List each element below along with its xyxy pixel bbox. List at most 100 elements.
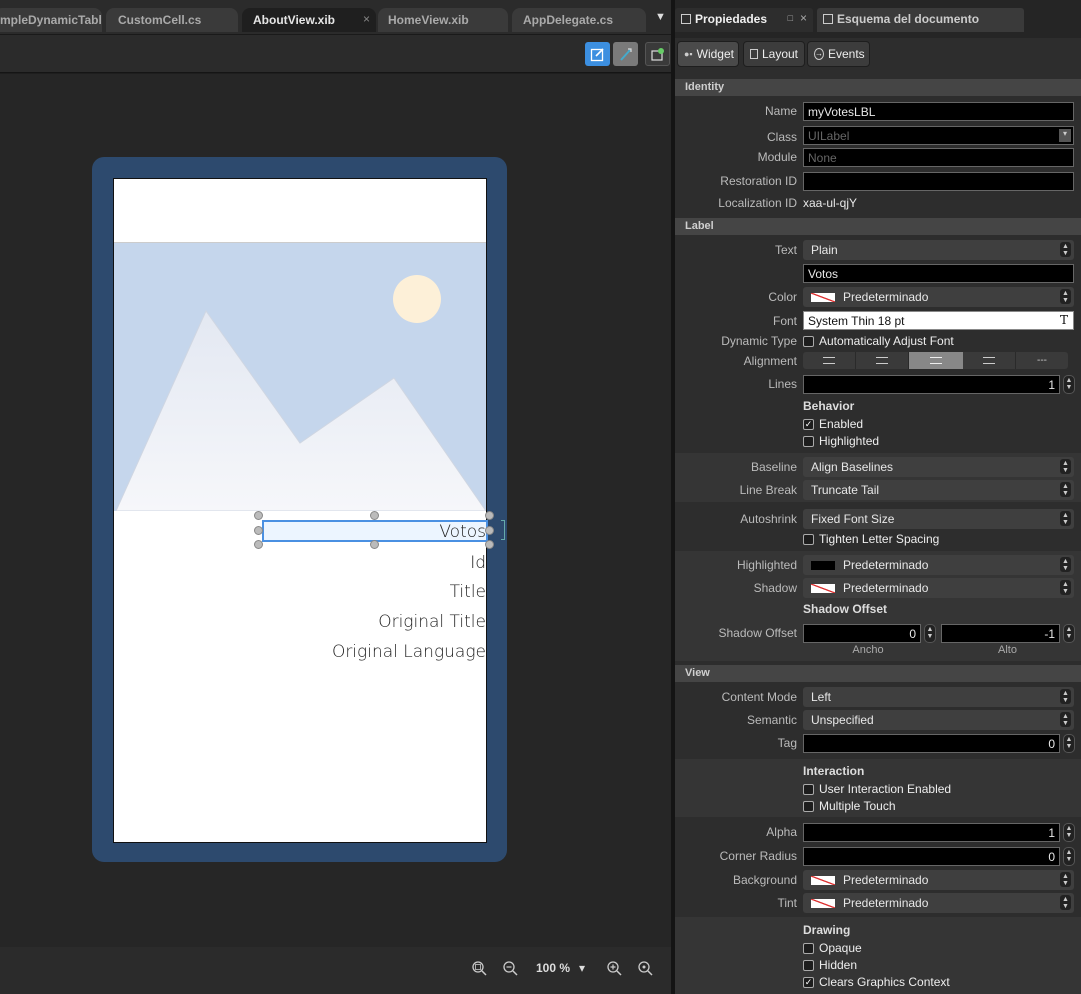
- highlighted-color-dropdown[interactable]: Predeterminado ▲ ▼: [803, 555, 1074, 575]
- resize-handle[interactable]: [254, 526, 263, 535]
- alpha-field[interactable]: 1: [803, 823, 1060, 842]
- behavior-heading: Behavior: [803, 399, 855, 413]
- resize-handle[interactable]: [485, 526, 494, 535]
- zoom-in-icon[interactable]: [607, 961, 622, 976]
- events-button[interactable]: → Events: [807, 41, 870, 67]
- resize-handle[interactable]: [485, 540, 494, 549]
- font-field[interactable]: System Thin 18 pt T: [803, 311, 1074, 330]
- shadow-offset-width-field[interactable]: 0: [803, 624, 921, 643]
- dropdown-value: Plain: [811, 243, 838, 257]
- resize-handle[interactable]: [370, 511, 379, 520]
- align-center-button[interactable]: [856, 352, 909, 369]
- clears-context-checkbox[interactable]: ✓ Clears Graphics Context: [803, 975, 950, 989]
- hidden-checkbox[interactable]: Hidden: [803, 958, 857, 972]
- zoom-out-icon[interactable]: [503, 961, 518, 976]
- corner-radius-label: Corner Radius: [719, 849, 797, 863]
- class-combobox[interactable]: UILabel ▾: [803, 126, 1074, 145]
- tab-homeview[interactable]: HomeView.xib: [378, 8, 508, 32]
- tab-aboutview[interactable]: AboutView.xib ×: [242, 8, 376, 32]
- text-value-field[interactable]: Votos: [803, 264, 1074, 283]
- text-label: Text: [774, 243, 797, 257]
- align-natural-button[interactable]: ---: [1016, 352, 1068, 369]
- section-label[interactable]: Label: [675, 218, 1081, 235]
- widget-button[interactable]: ●▪ Widget: [677, 41, 739, 67]
- background-dropdown[interactable]: Predeterminado ▲ ▼: [803, 870, 1074, 890]
- shadow-offset-height-field[interactable]: -1: [941, 624, 1060, 643]
- tab-label: AppDelegate.cs: [523, 13, 614, 27]
- tag-stepper[interactable]: ▲ ▼: [1063, 734, 1075, 753]
- preview-button[interactable]: [645, 42, 670, 66]
- original-language-label[interactable]: Original Language: [332, 642, 486, 662]
- title-label[interactable]: Title: [450, 582, 486, 602]
- updown-arrows-icon: ▲ ▼: [1060, 895, 1071, 910]
- properties-icon: [681, 14, 691, 24]
- align-left-button[interactable]: [803, 352, 856, 369]
- baseline-dropdown[interactable]: Align Baselines ▲ ▼: [803, 457, 1074, 477]
- shadow-height-stepper[interactable]: ▲ ▼: [1063, 624, 1075, 643]
- close-icon[interactable]: ×: [800, 11, 807, 25]
- tab-label: CustomCell.cs: [118, 13, 202, 27]
- section-identity[interactable]: Identity: [675, 79, 1081, 96]
- detach-icon[interactable]: □: [788, 13, 793, 23]
- tab-customcell[interactable]: CustomCell.cs: [106, 8, 238, 32]
- votos-label[interactable]: Votos: [439, 522, 486, 542]
- line-break-dropdown[interactable]: Truncate Tail ▲ ▼: [803, 480, 1074, 500]
- edit-mode-button[interactable]: [585, 42, 610, 66]
- zoom-actual-size-icon[interactable]: [638, 961, 653, 976]
- resize-handle[interactable]: [370, 540, 379, 549]
- tint-dropdown[interactable]: Predeterminado ▲ ▼: [803, 893, 1074, 913]
- lines-stepper[interactable]: ▲ ▼: [1063, 375, 1075, 394]
- corner-radius-stepper[interactable]: ▲ ▼: [1063, 847, 1075, 866]
- tab-overflow-icon[interactable]: ▼: [655, 11, 666, 23]
- zoom-fit-icon[interactable]: [472, 961, 487, 976]
- layout-button[interactable]: Layout: [743, 41, 805, 67]
- name-label: Name: [764, 104, 797, 118]
- resize-handle[interactable]: [485, 511, 494, 520]
- chevron-down-icon[interactable]: ▾: [579, 961, 585, 975]
- semantic-dropdown[interactable]: Unspecified ▲ ▼: [803, 710, 1074, 730]
- tab-sample-dynamic-table[interactable]: mpleDynamicTabl: [0, 8, 102, 32]
- text-type-dropdown[interactable]: Plain ▲ ▼: [803, 240, 1074, 260]
- autoshrink-dropdown[interactable]: Fixed Font Size ▲ ▼: [803, 509, 1074, 529]
- zoom-level[interactable]: 100 %: [536, 961, 570, 975]
- enabled-checkbox[interactable]: ✓ Enabled: [803, 417, 863, 431]
- tab-esquema-documento[interactable]: Esquema del documento: [817, 8, 1024, 32]
- opaque-checkbox[interactable]: Opaque: [803, 941, 862, 955]
- user-interaction-checkbox[interactable]: User Interaction Enabled: [803, 782, 951, 796]
- align-right-button[interactable]: [909, 352, 963, 369]
- module-field[interactable]: None: [803, 148, 1074, 167]
- id-label[interactable]: Id: [470, 553, 486, 573]
- content-mode-dropdown[interactable]: Left ▲ ▼: [803, 687, 1074, 707]
- constraints-mode-button[interactable]: [613, 42, 638, 66]
- text-cursor-icon: [501, 520, 505, 540]
- chevron-down-icon[interactable]: ▾: [1059, 129, 1071, 142]
- dropdown-value: Truncate Tail: [811, 483, 880, 497]
- checkbox-box: [803, 942, 814, 954]
- tab-appdelegate[interactable]: AppDelegate.cs: [512, 8, 646, 32]
- shadow-dropdown[interactable]: Predeterminado ▲ ▼: [803, 578, 1074, 598]
- tab-propiedades[interactable]: Propiedades □ ×: [675, 8, 813, 32]
- checkmark-icon: ✓: [803, 418, 814, 430]
- color-swatch: [811, 899, 835, 909]
- close-icon[interactable]: ×: [363, 12, 370, 26]
- view-screen[interactable]: Votos Id Title Original Title Original L…: [113, 178, 488, 843]
- original-title-label[interactable]: Original Title: [378, 612, 486, 632]
- highlighted-checkbox[interactable]: Highlighted: [803, 434, 879, 448]
- tag-field[interactable]: 0: [803, 734, 1060, 753]
- resize-handle[interactable]: [254, 511, 263, 520]
- color-dropdown[interactable]: Predeterminado ▲ ▼: [803, 287, 1074, 307]
- alpha-stepper[interactable]: ▲ ▼: [1063, 823, 1075, 842]
- checkbox-box: [803, 335, 814, 347]
- corner-radius-field[interactable]: 0: [803, 847, 1060, 866]
- name-field[interactable]: myVotesLBL: [803, 102, 1074, 121]
- dynamic-type-checkbox[interactable]: Automatically Adjust Font: [803, 334, 954, 348]
- section-view[interactable]: View: [675, 665, 1081, 682]
- multiple-touch-checkbox[interactable]: Multiple Touch: [803, 799, 896, 813]
- font-picker-icon[interactable]: T: [1060, 313, 1068, 327]
- lines-field[interactable]: 1: [803, 375, 1060, 394]
- align-justify-button[interactable]: [963, 352, 1016, 369]
- shadow-width-stepper[interactable]: ▲ ▼: [924, 624, 936, 643]
- resize-handle[interactable]: [254, 540, 263, 549]
- tighten-spacing-checkbox[interactable]: Tighten Letter Spacing: [803, 532, 939, 546]
- restoration-id-field[interactable]: [803, 172, 1074, 191]
